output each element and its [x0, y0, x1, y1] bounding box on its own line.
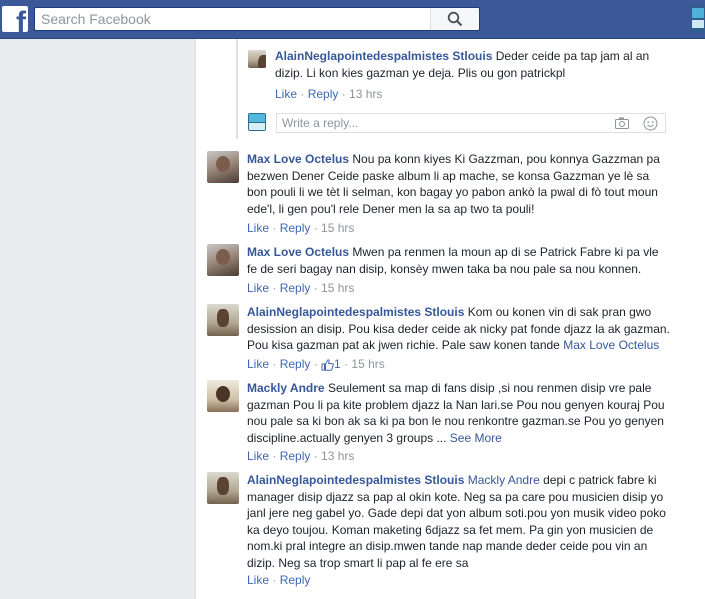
reply-link[interactable]: Reply: [308, 87, 339, 101]
see-more-link[interactable]: See More: [450, 431, 502, 445]
thumbs-up-icon[interactable]: [321, 359, 334, 371]
reply-link[interactable]: Reply: [280, 449, 311, 463]
comment-text: AlainNeglapointedespalmistes Stlouis Kom…: [247, 304, 675, 354]
like-link[interactable]: Like: [247, 449, 269, 463]
avatar[interactable]: [207, 244, 239, 276]
timestamp[interactable]: 13 hrs: [349, 87, 382, 101]
comment-body: depi c patrick fabre ki manager disip dj…: [247, 473, 666, 570]
reply-link[interactable]: Reply: [280, 573, 311, 587]
facebook-logo-icon[interactable]: f: [2, 6, 28, 32]
comment-author[interactable]: Max Love Octelus: [247, 245, 349, 259]
comment-text: Max Love Octelus Nou pa konn kiyes Ki Ga…: [247, 151, 665, 217]
avatar[interactable]: [207, 304, 239, 336]
comment-author[interactable]: AlainNeglapointedespalmistes Stlouis: [247, 473, 464, 487]
comment-author[interactable]: AlainNeglapointedespalmistes Stlouis: [275, 49, 492, 63]
page-thumbnail-icon[interactable]: [691, 6, 705, 32]
search-box: [34, 7, 480, 31]
search-input[interactable]: [35, 8, 447, 30]
timestamp[interactable]: 15 hrs: [321, 221, 354, 235]
comment-text: AlainNeglapointedespalmistes Stlouis Mac…: [247, 472, 671, 571]
reply-thread-line: [236, 39, 238, 139]
reply-input[interactable]: [277, 114, 607, 132]
comment-author[interactable]: Mackly Andre: [247, 381, 325, 395]
like-link[interactable]: Like: [275, 87, 297, 101]
mention-link[interactable]: Max Love Octelus: [563, 338, 659, 352]
comment-author[interactable]: Max Love Octelus: [247, 152, 349, 166]
reply-link[interactable]: Reply: [280, 281, 311, 295]
comment-text: Max Love Octelus Mwen pa renmen la moun …: [247, 244, 665, 277]
camera-icon[interactable]: [615, 117, 629, 129]
reply-link[interactable]: Reply: [280, 357, 311, 371]
reply-composer: [276, 113, 666, 133]
timestamp[interactable]: 15 hrs: [351, 357, 384, 371]
comment-author[interactable]: AlainNeglapointedespalmistes Stlouis: [247, 305, 464, 319]
timestamp[interactable]: 15 hrs: [321, 281, 354, 295]
reply-link[interactable]: Reply: [280, 221, 311, 235]
avatar[interactable]: [207, 472, 239, 504]
comment-actions: Like · Reply: [247, 573, 311, 587]
top-navigation-bar: f: [0, 0, 705, 39]
like-count[interactable]: 1: [334, 357, 341, 371]
avatar[interactable]: [248, 50, 266, 68]
left-gutter: [0, 39, 195, 589]
avatar[interactable]: [207, 380, 239, 412]
avatar[interactable]: [207, 151, 239, 183]
comment-text: AlainNeglapointedespalmistes Stlouis Ded…: [275, 48, 665, 81]
current-user-avatar: [248, 113, 266, 131]
comment-text: Mackly Andre Seulement sa map di fans di…: [247, 380, 667, 446]
comment-actions: Like · Reply · 1 · 15 hrs: [247, 357, 385, 371]
emoji-icon[interactable]: [643, 116, 658, 131]
like-link[interactable]: Like: [247, 221, 269, 235]
like-link[interactable]: Like: [247, 573, 269, 587]
comment-actions: Like · Reply · 15 hrs: [247, 281, 355, 295]
search-icon: [447, 11, 463, 27]
like-link[interactable]: Like: [247, 281, 269, 295]
comment-actions: Like · Reply · 15 hrs: [247, 221, 355, 235]
mention-link[interactable]: Mackly Andre: [468, 473, 540, 487]
comment-actions: Like · Reply · 13 hrs: [247, 449, 355, 463]
comment-actions: Like · Reply · 13 hrs: [275, 87, 383, 101]
search-button[interactable]: [430, 8, 479, 30]
timestamp[interactable]: 13 hrs: [321, 449, 354, 463]
like-link[interactable]: Like: [247, 357, 269, 371]
